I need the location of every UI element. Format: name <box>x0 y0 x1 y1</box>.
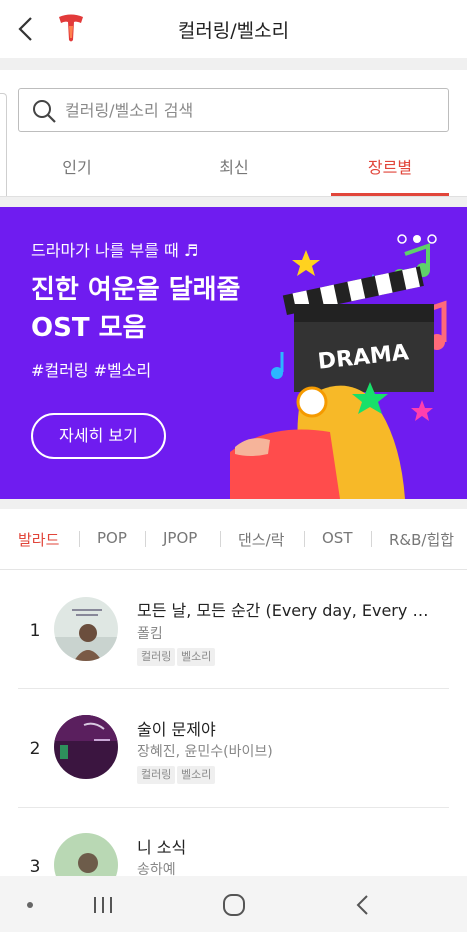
dot-icon <box>427 234 437 244</box>
music-note-icon <box>271 352 284 379</box>
genre-ost[interactable]: OST <box>322 529 353 547</box>
view-details-button[interactable]: 자세히 보기 <box>31 413 166 459</box>
tag-ringtone: 벨소리 <box>177 766 216 784</box>
tab-bar: 인기 최신 장르별 <box>18 142 449 198</box>
divider <box>0 499 467 509</box>
artist-name: 폴킴 <box>137 626 163 642</box>
clapperboard-bar <box>294 304 434 324</box>
song-title: 술이 문제야 <box>137 720 216 739</box>
arm-shape <box>230 429 340 499</box>
divider <box>0 197 467 207</box>
search-icon <box>33 100 56 123</box>
hand-shape <box>235 438 270 456</box>
tab-genre[interactable]: 장르별 <box>331 142 449 196</box>
tab-popular[interactable]: 인기 <box>18 142 136 196</box>
rank-number: 3 <box>29 857 41 877</box>
search-input[interactable] <box>65 89 435 131</box>
divider <box>0 58 467 70</box>
genre-dance-rock[interactable]: 댄스/락 <box>238 529 284 550</box>
separator <box>304 531 305 547</box>
star-icon <box>292 250 320 276</box>
album-art <box>54 597 118 661</box>
dot-icon <box>413 235 421 243</box>
top-bar: 컬러링/벨소리 <box>0 0 467 58</box>
list-item[interactable]: 1 모든 날, 모든 순간 (Every day, Every Moment) … <box>0 570 467 688</box>
tag-coloring: 컬러링 <box>137 648 176 666</box>
search-box[interactable] <box>18 88 449 132</box>
album-art <box>54 715 118 779</box>
genre-rnb-hiphop[interactable]: R&B/힙합 <box>389 529 454 550</box>
back-icon[interactable] <box>348 890 378 920</box>
genre-ballad[interactable]: 발라드 <box>18 529 59 550</box>
system-nav-bar <box>0 876 467 932</box>
genre-pop[interactable]: POP <box>97 529 127 547</box>
drama-illustration: DRAMA <box>230 234 447 499</box>
dot-icon <box>27 902 33 908</box>
home-icon[interactable] <box>219 890 249 920</box>
star-icon <box>411 400 433 421</box>
tag-ringtone: 벨소리 <box>177 648 216 666</box>
tab-latest[interactable]: 최신 <box>175 142 293 196</box>
song-title: 모든 날, 모든 순간 (Every day, Every Moment) <box>137 601 437 620</box>
rank-number: 2 <box>29 739 41 759</box>
separator <box>371 531 372 547</box>
dot-icon <box>397 234 407 244</box>
separator <box>145 531 146 547</box>
separator <box>79 531 80 547</box>
banner-eyebrow: 드라마가 나를 부를 때 ♬ <box>31 241 199 260</box>
tag-coloring: 컬러링 <box>137 766 176 784</box>
rank-number: 1 <box>29 621 41 641</box>
page-title: 컬러링/벨소리 <box>177 20 290 42</box>
banner-tags: #컬러링 #벨소리 <box>31 361 152 380</box>
song-title: 니 소식 <box>137 838 187 857</box>
genre-jpop[interactable]: JPOP <box>163 529 197 547</box>
genre-filter-bar: 발라드 POP JPOP 댄스/락 OST R&B/힙합 <box>0 509 467 569</box>
promo-banner[interactable]: 드라마가 나를 부를 때 ♬ 진한 여운을 달래줄 OST 모음 #컬러링 #벨… <box>0 207 467 499</box>
list-item[interactable]: 2 술이 문제야 장혜진, 윤민수(바이브) 컬러링 벨소리 <box>0 689 467 807</box>
separator <box>220 531 221 547</box>
headphones-icon <box>296 386 328 418</box>
recent-apps-icon[interactable] <box>88 890 118 920</box>
artist-name: 장혜진, 윤민수(바이브) <box>137 744 273 760</box>
